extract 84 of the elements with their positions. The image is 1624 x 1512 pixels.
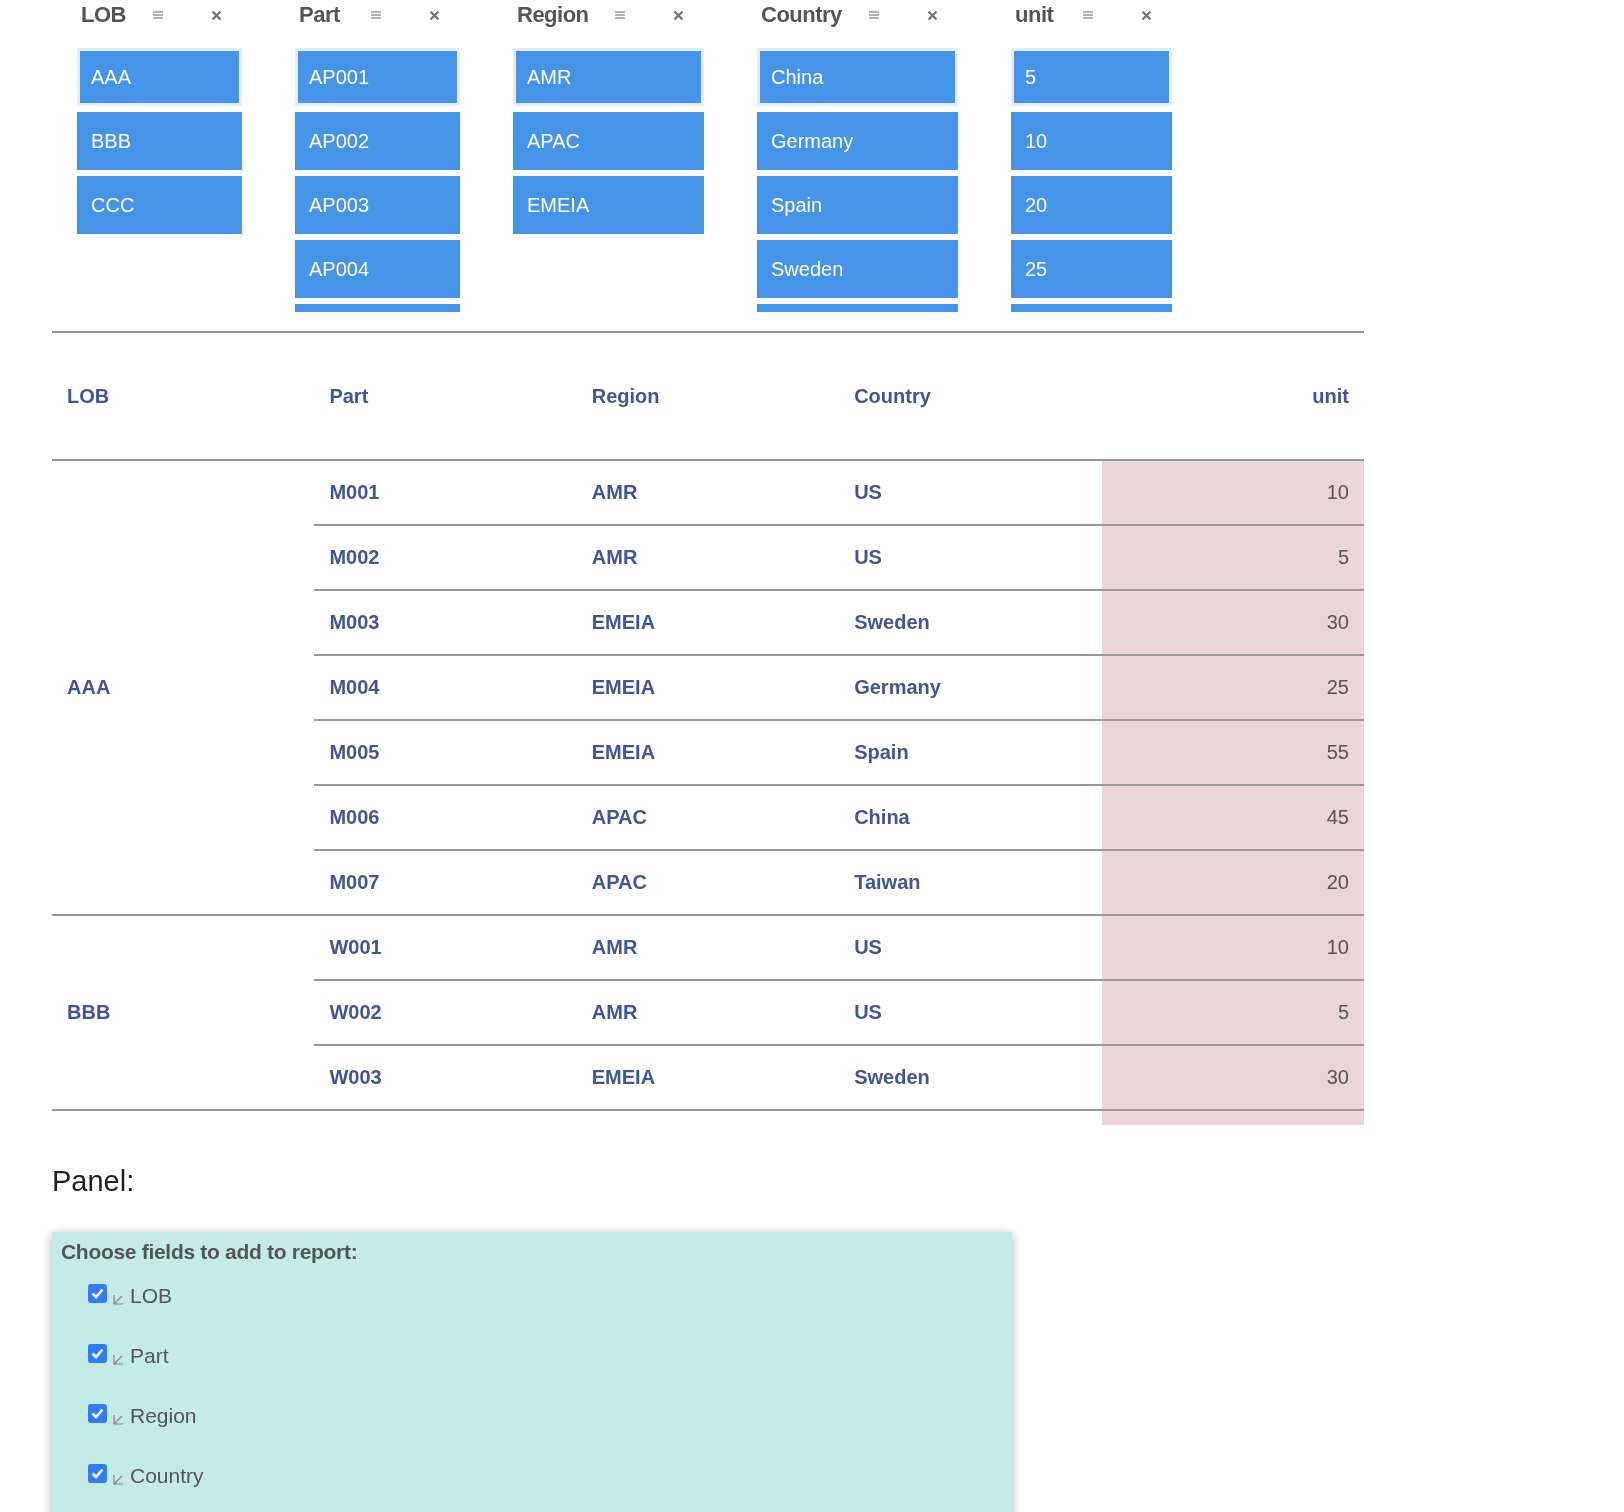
table-cell: M003 bbox=[314, 590, 577, 655]
slicer-title: Part bbox=[299, 2, 340, 28]
slicer-item[interactable]: EMEIA bbox=[513, 176, 704, 234]
corner-arrow-icon bbox=[113, 1353, 124, 1365]
table-cell: M001 bbox=[314, 460, 577, 525]
panel-title: Choose fields to add to report: bbox=[61, 1240, 359, 1264]
column-header: Part bbox=[329, 384, 369, 407]
table-cell: W003 bbox=[314, 1045, 577, 1110]
slicer-item[interactable]: AP003 bbox=[295, 176, 460, 234]
slicer-item[interactable]: AMR bbox=[513, 48, 704, 106]
table-cell: M007 bbox=[314, 850, 577, 915]
table-cell: M006 bbox=[314, 785, 577, 850]
table-cell: W002 bbox=[314, 980, 577, 1045]
table-cell: M002 bbox=[314, 525, 577, 590]
slicer-item[interactable]: AP004 bbox=[295, 240, 460, 298]
table-cell: 30 bbox=[1101, 590, 1364, 655]
menu-icon[interactable] bbox=[153, 11, 163, 19]
slicer-item[interactable]: Spain bbox=[757, 176, 958, 234]
menu-icon[interactable] bbox=[1083, 11, 1093, 19]
slicer-item[interactable]: AP001 bbox=[295, 48, 460, 106]
corner-arrow-icon bbox=[113, 1413, 124, 1425]
slicer-item[interactable]: China bbox=[757, 48, 958, 106]
checkbox[interactable] bbox=[88, 1463, 107, 1483]
slicer-item[interactable]: 5 bbox=[1011, 48, 1172, 106]
table-cell: 55 bbox=[1101, 720, 1364, 785]
slicer-item[interactable]: AAA bbox=[77, 48, 242, 106]
close-icon[interactable] bbox=[673, 9, 684, 21]
table-cell: M004 bbox=[314, 655, 577, 720]
menu-icon[interactable] bbox=[615, 11, 625, 19]
checkbox[interactable] bbox=[88, 1403, 107, 1423]
table-cell: 25 bbox=[1101, 655, 1364, 720]
table-cell: M005 bbox=[314, 720, 577, 785]
table-cell: 10 bbox=[1101, 915, 1364, 980]
slicer-item[interactable]: Germany bbox=[757, 112, 958, 170]
table-cell: 20 bbox=[1101, 850, 1364, 915]
table-cell: 45 bbox=[1101, 785, 1364, 850]
corner-arrow-icon bbox=[113, 1293, 124, 1305]
slicer-item[interactable]: 25 bbox=[1011, 240, 1172, 298]
table-cell: APAC bbox=[576, 785, 840, 850]
close-icon[interactable] bbox=[1141, 9, 1152, 21]
table-cell: 5 bbox=[1101, 525, 1364, 590]
panel-heading: Panel: bbox=[52, 1165, 136, 1198]
table-cell: AMR bbox=[576, 980, 840, 1045]
table-cell: W001 bbox=[314, 915, 577, 980]
table-cell: EMEIA bbox=[576, 1045, 840, 1110]
field-label: Part bbox=[130, 1344, 169, 1368]
field-label: Country bbox=[130, 1464, 204, 1488]
table-cell: EMEIA bbox=[576, 590, 840, 655]
table-cell: APAC bbox=[576, 850, 840, 915]
close-icon[interactable] bbox=[429, 9, 440, 21]
corner-arrow-icon bbox=[113, 1473, 124, 1485]
menu-icon[interactable] bbox=[869, 11, 879, 19]
table-cell: AMR bbox=[576, 915, 840, 980]
slicer-title: LOB bbox=[81, 2, 126, 28]
column-header: Country bbox=[854, 384, 931, 407]
slicer-item[interactable]: BBB bbox=[77, 112, 242, 170]
checkbox[interactable] bbox=[88, 1283, 107, 1303]
menu-icon[interactable] bbox=[371, 11, 381, 19]
slicer-item[interactable]: 20 bbox=[1011, 176, 1172, 234]
slicer-title: Country bbox=[761, 2, 842, 28]
checkbox[interactable] bbox=[88, 1343, 107, 1363]
slicer-item[interactable]: CCC bbox=[77, 176, 242, 234]
slicer-item[interactable]: Sweden bbox=[757, 240, 958, 298]
table-cell: 5 bbox=[1101, 980, 1364, 1045]
table-cell: EMEIA bbox=[576, 720, 840, 785]
field-label: Region bbox=[130, 1404, 197, 1428]
table-cell: AMR bbox=[576, 525, 840, 590]
slicer-title: Region bbox=[517, 2, 589, 28]
slicer-title: unit bbox=[1015, 2, 1054, 28]
column-header: Region bbox=[591, 384, 660, 407]
close-icon[interactable] bbox=[927, 9, 938, 21]
table-cell: BBB bbox=[52, 915, 315, 1110]
table-cell: 30 bbox=[1101, 1045, 1364, 1110]
column-header: LOB bbox=[67, 384, 110, 407]
slicer-item[interactable]: AP002 bbox=[295, 112, 460, 170]
field-label: LOB bbox=[130, 1284, 173, 1308]
table-cell: AAA bbox=[52, 460, 315, 915]
close-icon[interactable] bbox=[211, 9, 222, 21]
table-cell: AMR bbox=[576, 460, 840, 525]
slicer-item[interactable]: 10 bbox=[1011, 112, 1172, 170]
table-cell: EMEIA bbox=[576, 655, 840, 720]
slicer-item[interactable]: APAC bbox=[513, 112, 704, 170]
table-cell: 10 bbox=[1101, 460, 1364, 525]
column-header: unit bbox=[1312, 384, 1349, 407]
